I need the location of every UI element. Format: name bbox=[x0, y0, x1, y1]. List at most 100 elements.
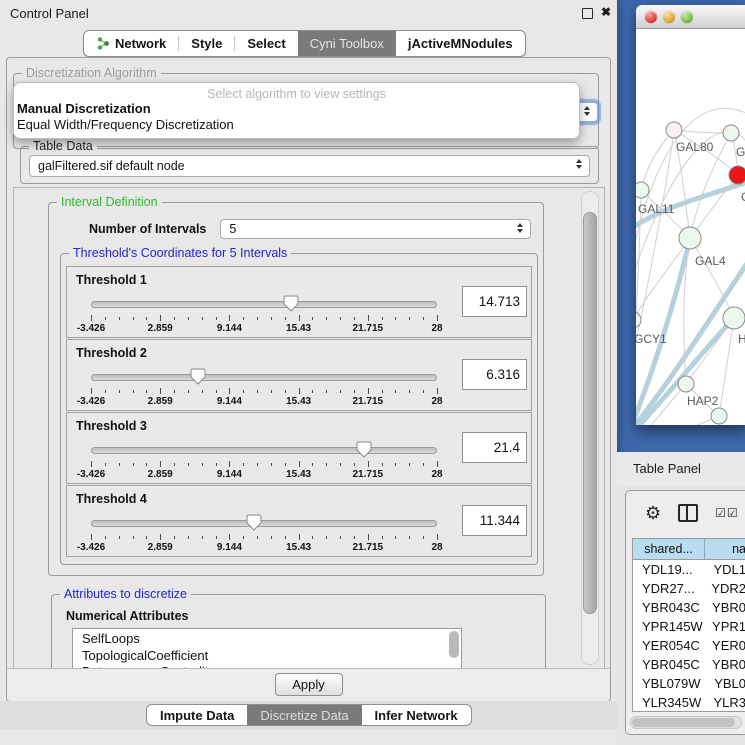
network-view-window[interactable]: GAL80GACGAL11GAL4GCY1HHAP2 bbox=[636, 5, 745, 425]
close-icon[interactable]: ✖ bbox=[601, 5, 611, 19]
threshold-label: Threshold 3 bbox=[76, 419, 147, 433]
tab-jactivemnodules[interactable]: jActiveMNodules bbox=[396, 31, 525, 56]
tab-discretize-data[interactable]: Discretize Data bbox=[247, 705, 361, 725]
tab-network[interactable]: Network bbox=[84, 31, 178, 56]
discretization-algorithm-group-title: Discretization Algorithm bbox=[22, 66, 161, 80]
attributes-group-title: Attributes to discretize bbox=[60, 587, 191, 601]
attribute-item[interactable]: TopologicalCoefficient bbox=[82, 648, 461, 665]
table-cell: YER054C bbox=[633, 638, 707, 653]
table-row[interactable]: YDL19...YDL1 bbox=[633, 560, 745, 579]
combo-arrows-icon bbox=[584, 106, 590, 116]
tab-infer-network[interactable]: Infer Network bbox=[362, 705, 471, 725]
number-of-intervals-label: Number of Intervals bbox=[89, 222, 206, 236]
number-of-intervals-combobox[interactable]: 5 bbox=[220, 219, 531, 239]
algorithm-option-equal-width[interactable]: Equal Width/Frequency Discretization bbox=[17, 117, 579, 133]
close-traffic-light-icon[interactable] bbox=[645, 11, 657, 23]
minimize-traffic-light-icon[interactable] bbox=[663, 11, 675, 23]
right-region: GAL80GACGAL11GAL4GCY1HHAP2 Table Panel ⚙… bbox=[617, 0, 745, 745]
table-row[interactable]: YLR345WYLR3 bbox=[633, 693, 745, 712]
slider-track[interactable] bbox=[91, 301, 437, 308]
slider-ticks bbox=[91, 315, 437, 322]
table-cell: YLR345W bbox=[633, 695, 708, 710]
tab-select[interactable]: Select bbox=[235, 31, 297, 56]
slider-tick-labels: -3.4262.8599.14415.4321.71528 bbox=[91, 542, 437, 554]
table-cell: YDL1 bbox=[708, 562, 745, 577]
threshold-slider[interactable]: -3.4262.8599.14415.4321.71528 bbox=[91, 366, 437, 408]
threshold-panel: Threshold 2 -3.4262.8599.14415.4321.7152… bbox=[66, 339, 532, 411]
threshold-value-field[interactable]: 11.344 bbox=[462, 505, 527, 536]
threshold-panel: Threshold 3 -3.4262.8599.14415.4321.7152… bbox=[66, 412, 532, 484]
network-graph: GAL80GACGAL11GAL4GCY1HHAP2 bbox=[636, 29, 745, 425]
network-node[interactable] bbox=[666, 122, 682, 138]
threshold-slider[interactable]: -3.4262.8599.14415.4321.71528 bbox=[91, 439, 437, 481]
tab-jactivemnodules-label: jActiveMNodules bbox=[408, 36, 513, 51]
numerical-attributes-label: Numerical Attributes bbox=[66, 609, 545, 623]
table-row[interactable]: YDR27...YDR2 bbox=[633, 579, 745, 598]
threshold-panel: Threshold 1 -3.4262.8599.14415.4321.7152… bbox=[66, 266, 532, 338]
table-panel-title: Table Panel bbox=[633, 461, 701, 476]
slider-track[interactable] bbox=[91, 520, 437, 527]
zoom-traffic-light-icon[interactable] bbox=[681, 11, 693, 23]
combo-arrows-icon bbox=[576, 159, 582, 169]
slider-track[interactable] bbox=[91, 374, 437, 381]
table-row[interactable]: YER054CYER0 bbox=[633, 636, 745, 655]
network-node[interactable] bbox=[679, 227, 701, 249]
apply-button[interactable]: Apply bbox=[275, 673, 343, 696]
slider-thumb[interactable] bbox=[246, 514, 262, 531]
bottom-tab-group: Impute Data Discretize Data Infer Networ… bbox=[146, 704, 472, 726]
slider-track[interactable] bbox=[91, 447, 437, 454]
slider-thumb[interactable] bbox=[283, 295, 299, 312]
settings-scroll-viewport: Interval Definition Number of Intervals … bbox=[13, 187, 605, 669]
gear-icon[interactable]: ⚙ bbox=[645, 504, 661, 522]
network-node[interactable] bbox=[723, 307, 745, 329]
network-node[interactable] bbox=[723, 125, 739, 141]
table-data-combobox[interactable]: galFiltered.sif default node bbox=[29, 155, 590, 177]
numerical-attributes-list[interactable]: SelfLoopsTopologicalCoefficientBetweenne… bbox=[72, 628, 462, 669]
app-root: Control Panel ✖ Network St bbox=[0, 0, 745, 745]
table-cell: YBR045C bbox=[633, 657, 707, 672]
slider-tick-labels: -3.4262.8599.14415.4321.71528 bbox=[91, 469, 437, 481]
threshold-value-field[interactable]: 21.4 bbox=[462, 432, 527, 463]
threshold-value-field[interactable]: 14.713 bbox=[462, 286, 527, 317]
tab-impute-data[interactable]: Impute Data bbox=[147, 705, 247, 725]
attribute-item[interactable]: SelfLoops bbox=[82, 631, 461, 648]
algorithm-option-manual[interactable]: Manual Discretization bbox=[17, 101, 579, 117]
list-scrollbar[interactable] bbox=[449, 631, 459, 658]
table-data-combobox-value: galFiltered.sif default node bbox=[38, 159, 185, 173]
column-header-name[interactable]: na bbox=[705, 539, 745, 559]
threshold-value-field[interactable]: 6.316 bbox=[462, 359, 527, 390]
network-node[interactable] bbox=[636, 182, 649, 198]
table-hscrollbar-thumb[interactable] bbox=[632, 718, 735, 727]
network-canvas[interactable]: GAL80GACGAL11GAL4GCY1HHAP2 bbox=[636, 29, 745, 425]
slider-ticks bbox=[91, 461, 437, 468]
table-hscrollbar[interactable] bbox=[630, 716, 742, 729]
table-cell: YDR2 bbox=[706, 581, 745, 596]
threshold-panel: Threshold 4 -3.4262.8599.14415.4321.7152… bbox=[66, 485, 532, 557]
select-columns-icons[interactable]: ☑☑ bbox=[715, 506, 739, 520]
table-row[interactable]: YBR045CYBR0 bbox=[633, 655, 745, 674]
slider-thumb[interactable] bbox=[356, 441, 372, 458]
network-node[interactable] bbox=[678, 376, 694, 392]
slider-thumb[interactable] bbox=[190, 368, 206, 385]
threshold-list: Threshold 1 -3.4262.8599.14415.4321.7152… bbox=[66, 266, 532, 557]
float-window-icon[interactable] bbox=[582, 8, 593, 19]
settings-scrollbar[interactable] bbox=[581, 191, 599, 665]
tab-cyni-toolbox[interactable]: Cyni Toolbox bbox=[298, 31, 396, 56]
threshold-slider[interactable]: -3.4262.8599.14415.4321.71528 bbox=[91, 512, 437, 554]
network-node[interactable] bbox=[636, 312, 641, 328]
thresholds-group: Threshold's Coordinates for 5 Intervals … bbox=[60, 253, 538, 565]
column-header-shared-name[interactable]: shared... bbox=[633, 539, 705, 559]
threshold-label: Threshold 4 bbox=[76, 492, 147, 506]
network-node[interactable] bbox=[729, 166, 745, 184]
settings-scrollbar-thumb[interactable] bbox=[583, 212, 597, 614]
tab-network-label: Network bbox=[115, 36, 166, 51]
table-row[interactable]: YBR043CYBR0 bbox=[633, 598, 745, 617]
network-node[interactable] bbox=[711, 408, 727, 424]
table-row[interactable]: YPR145WYPR1 bbox=[633, 617, 745, 636]
threshold-slider[interactable]: -3.4262.8599.14415.4321.71528 bbox=[91, 293, 437, 335]
table-row[interactable]: YBL079WYBL0 bbox=[633, 674, 745, 693]
columns-icon[interactable] bbox=[678, 504, 698, 522]
network-icon bbox=[96, 36, 110, 51]
table-header-row: shared... na bbox=[633, 539, 745, 560]
tab-style[interactable]: Style bbox=[179, 31, 234, 56]
